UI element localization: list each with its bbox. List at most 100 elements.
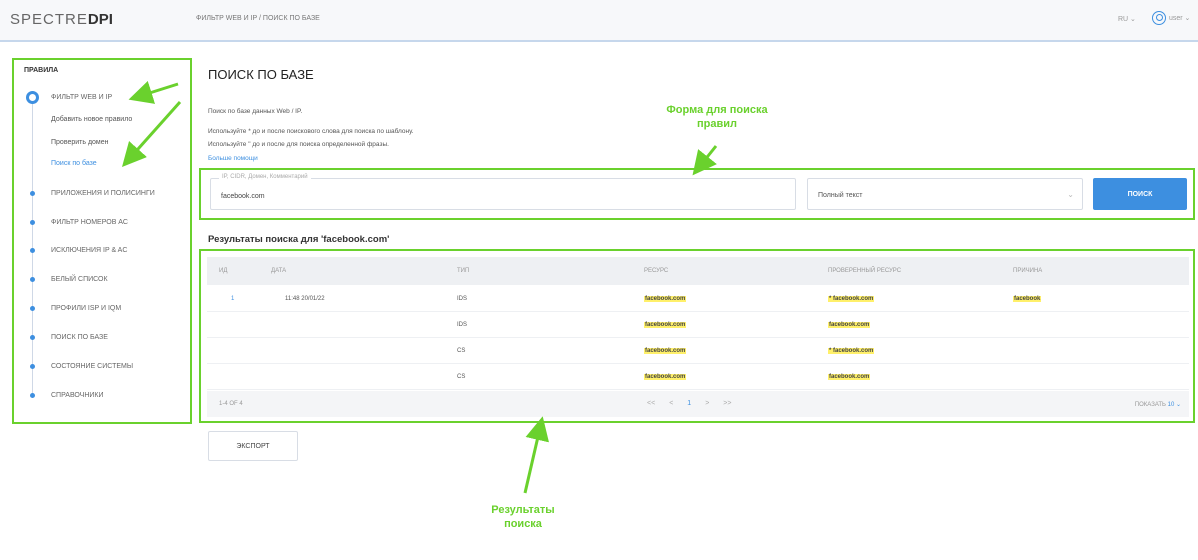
annotation-text: Форма для поиска (666, 104, 768, 116)
last-page-button[interactable]: >> (723, 400, 731, 407)
current-page[interactable]: 1 (687, 400, 691, 407)
dot-icon (30, 248, 35, 253)
highlight-text: * facebook.com (828, 348, 875, 354)
highlight-text: facebook.com (828, 374, 871, 380)
annotation-form: Форма для поиска правил (642, 103, 792, 131)
prev-page-button[interactable]: < (669, 400, 673, 407)
search-input-label: IP, CIDR, Домен, Комментарий (219, 174, 311, 180)
cell-checked: facebook.com (828, 322, 871, 328)
table-row[interactable]: CS facebook.com * facebook.com (207, 339, 1189, 364)
more-help-link[interactable]: Больше помощи (208, 155, 258, 162)
description-line: Используйте " до и после для поиска опре… (208, 141, 389, 148)
export-button[interactable]: ЭКСПОРТ (208, 431, 298, 461)
cell-checked: * facebook.com (828, 296, 875, 302)
column-header[interactable]: ТИП (457, 268, 469, 274)
sidebar-item-label: ФИЛЬТР НОМЕРОВ АС (51, 219, 128, 226)
table-row[interactable]: IDS facebook.com facebook.com (207, 313, 1189, 338)
search-mode-select[interactable]: Полный текст ⌄ (807, 178, 1083, 210)
language-selector[interactable]: RU ⌄ (1118, 15, 1136, 23)
highlight-text: facebook.com (644, 296, 687, 302)
sidebar-item-as-filter[interactable]: ФИЛЬТР НОМЕРОВ АС (14, 215, 192, 231)
column-header[interactable]: ИД (219, 268, 227, 274)
page-size-selector[interactable]: ПОКАЗАТЬ 10 ⌄ (1135, 401, 1181, 408)
sub-item-add-rule[interactable]: Добавить новое правило (51, 116, 132, 123)
column-header[interactable]: ДАТА (271, 268, 286, 274)
search-form: IP, CIDR, Домен, Комментарий facebook.co… (199, 168, 1195, 220)
sidebar-item-db-search[interactable]: ПОИСК ПО БАЗЕ (14, 330, 192, 346)
highlight-text: facebook.com (644, 348, 687, 354)
table-footer: 1-4 OF 4 << < 1 > >> ПОКАЗАТЬ 10 ⌄ (207, 391, 1189, 417)
sidebar-item-label: БЕЛЫЙ СПИСОК (51, 276, 108, 283)
cell-type: CS (457, 374, 466, 380)
cell-date: 11:48 20/01/22 (285, 296, 325, 302)
dot-icon (30, 306, 35, 311)
annotation-text: правил (697, 118, 737, 130)
active-dot-icon (26, 91, 39, 104)
table-row[interactable]: CS facebook.com facebook.com (207, 365, 1189, 390)
cell-resource: facebook.com (644, 374, 687, 380)
result-count: 1-4 OF 4 (219, 401, 243, 407)
sidebar-item-exceptions[interactable]: ИСКЛЮЧЕНИЯ IP & AC (14, 243, 192, 259)
sidebar-item-label: ПРОФИЛИ ISP И IQM (51, 305, 122, 312)
sidebar: ПРАВИЛА ФИЛЬТР WEB И IP Добавить новое п… (12, 58, 192, 424)
results-title: Результаты поиска для 'facebook.com' (208, 234, 390, 245)
arrow-to-results (523, 416, 549, 494)
first-page-button[interactable]: << (647, 400, 655, 407)
user-name: user ⌄ (1169, 15, 1191, 22)
column-header[interactable]: ПРИЧИНА (1013, 268, 1042, 274)
highlight-text: facebook.com (828, 322, 871, 328)
breadcrumb[interactable]: ФИЛЬТР WEB И IP / ПОИСК ПО БАЗЕ (196, 15, 320, 22)
sidebar-item-label: ПОИСК ПО БАЗЕ (51, 334, 108, 341)
sidebar-item-system-status[interactable]: СОСТОЯНИЕ СИСТЕМЫ (14, 359, 192, 375)
annotation-text: поиска (504, 518, 542, 530)
next-page-button[interactable]: > (705, 400, 709, 407)
dot-icon (30, 277, 35, 282)
logo-text-bold: DPI (87, 11, 113, 28)
dot-icon (30, 335, 35, 340)
search-button[interactable]: ПОИСК (1093, 178, 1187, 210)
dot-icon (30, 393, 35, 398)
dot-icon (30, 364, 35, 369)
search-input-value: facebook.com (221, 193, 265, 200)
description-line: Поиск по базе данных Web / IP. (208, 108, 303, 115)
cell-resource: facebook.com (644, 296, 687, 302)
sidebar-title: ПРАВИЛА (24, 67, 59, 74)
chevron-down-icon: ⌄ (1067, 190, 1074, 199)
logo[interactable]: SPECTREDPI (10, 11, 113, 28)
annotation-results: Результаты поиска (448, 503, 598, 531)
page-title: ПОИСК ПО БАЗЕ (208, 67, 314, 82)
column-header[interactable]: ПРОВЕРЕННЫЙ РЕСУРС (828, 268, 901, 274)
table-header: ИД ДАТА ТИП РЕСУРС ПРОВЕРЕННЫЙ РЕСУРС ПР… (207, 257, 1189, 285)
cell-id[interactable]: 1 (231, 296, 234, 302)
pagination: << < 1 > >> (647, 400, 731, 407)
user-icon (1152, 11, 1166, 25)
sidebar-item-label: ПРИЛОЖЕНИЯ И ПОЛИСИНГИ (51, 190, 155, 197)
search-input[interactable]: IP, CIDR, Домен, Комментарий facebook.co… (210, 174, 796, 210)
table-row[interactable]: 1 11:48 20/01/22 IDS facebook.com * face… (207, 287, 1189, 312)
sidebar-item-label: СОСТОЯНИЕ СИСТЕМЫ (51, 363, 134, 370)
highlight-text: facebook.com (644, 322, 687, 328)
sidebar-item-apps[interactable]: ПРИЛОЖЕНИЯ И ПОЛИСИНГИ (14, 186, 192, 202)
cell-checked: * facebook.com (828, 348, 875, 354)
cell-checked: facebook.com (828, 374, 871, 380)
description-line: Используйте * до и после поискового слов… (208, 128, 414, 135)
sub-item-search-db[interactable]: Поиск по базе (51, 160, 97, 167)
sidebar-item-label: ФИЛЬТР WEB И IP (51, 94, 113, 101)
user-menu[interactable]: user ⌄ (1152, 11, 1190, 25)
logo-text: SPECTRE (10, 11, 88, 28)
highlight-text: * facebook.com (828, 296, 875, 302)
sidebar-item-references[interactable]: СПРАВОЧНИКИ (14, 388, 192, 404)
column-header[interactable]: РЕСУРС (644, 268, 668, 274)
dot-icon (30, 220, 35, 225)
sidebar-item-web-ip-filter[interactable]: ФИЛЬТР WEB И IP (14, 90, 192, 106)
sub-item-check-domain[interactable]: Проверить домен (51, 139, 109, 146)
top-header: SPECTREDPI ФИЛЬТР WEB И IP / ПОИСК ПО БА… (0, 0, 1198, 42)
arrow-to-form (692, 145, 718, 176)
app-root: SPECTREDPI ФИЛЬТР WEB И IP / ПОИСК ПО БА… (0, 0, 1198, 560)
sidebar-item-whitelist[interactable]: БЕЛЫЙ СПИСОК (14, 272, 192, 288)
page-size-label: ПОКАЗАТЬ (1134, 402, 1166, 408)
sidebar-item-profiles[interactable]: ПРОФИЛИ ISP И IQM (14, 301, 192, 317)
highlight-text: facebook.com (644, 374, 687, 380)
cell-type: IDS (457, 322, 468, 328)
sidebar-item-label: СПРАВОЧНИКИ (51, 392, 104, 399)
